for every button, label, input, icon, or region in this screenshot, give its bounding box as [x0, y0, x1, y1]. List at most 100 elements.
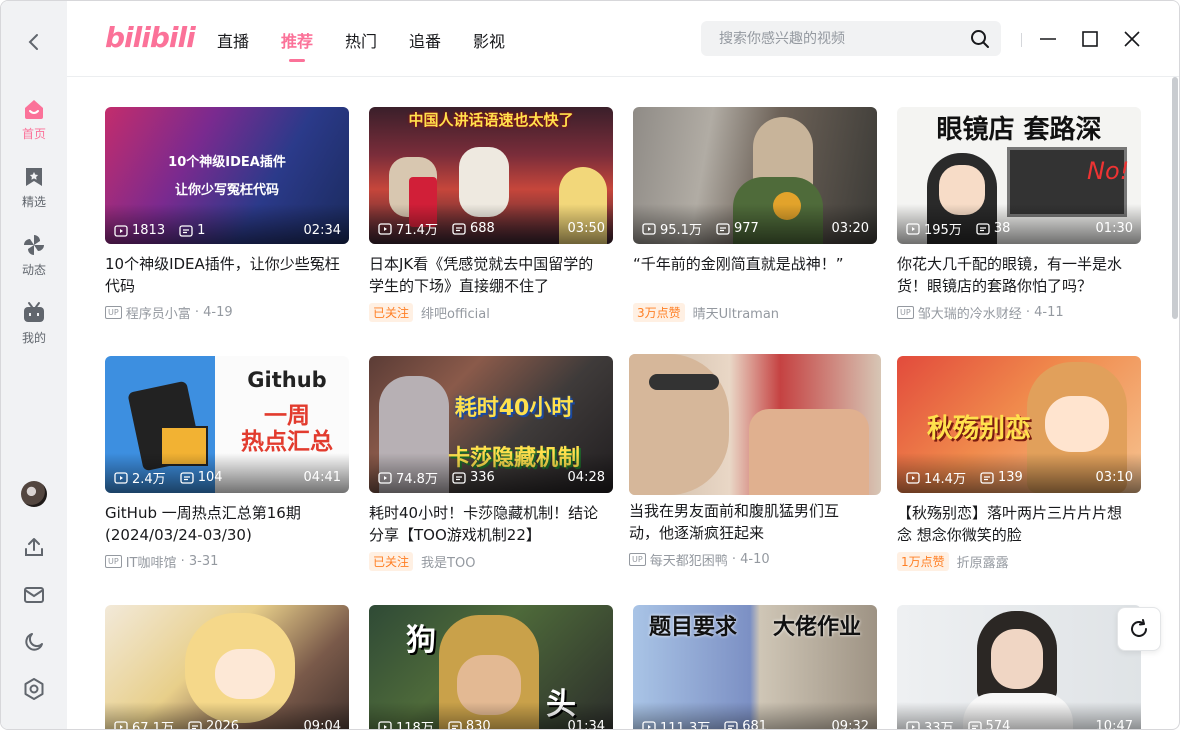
video-author[interactable]: IT咖啡馆 — [126, 552, 177, 571]
back-button[interactable] — [21, 29, 47, 55]
scrollbar[interactable] — [1172, 77, 1178, 319]
thumbnail-text: 秋殇别恋 — [926, 414, 1031, 444]
video-title[interactable]: 日本JK看《凭感觉就去中国留学的学生的下场》直接绷不住了 — [369, 253, 613, 297]
view-count: 14.4万 — [924, 472, 966, 487]
danmaku-icon — [188, 720, 202, 729]
search-icon[interactable] — [969, 28, 991, 50]
video-thumbnail: 耗时40小时 卡莎隐藏机制 74.8万 336 04:28 — [369, 356, 613, 493]
settings-button[interactable] — [1, 673, 67, 705]
sidebar-item-home[interactable]: 首页 — [1, 97, 67, 153]
avatar — [21, 481, 47, 507]
video-date: 4-19 — [203, 305, 233, 320]
video-card[interactable]: 当我在男友面前和腹肌猛男们互动，他逐渐疯狂起来 UP 每天都犯困鸭 · 4-10 — [629, 354, 881, 569]
video-author[interactable]: 邹大瑞的冷水财经 — [918, 303, 1022, 322]
minimize-button[interactable] — [1036, 27, 1060, 51]
video-duration: 02:34 — [303, 223, 341, 238]
video-title[interactable]: GitHub 一周热点汇总第16期(2024/03/24-03/30) — [105, 502, 349, 546]
video-author[interactable]: 每天都犯困鸭 — [650, 550, 728, 569]
danmaku-count: 139 — [997, 470, 1023, 485]
sidebar-item-label: 精选 — [21, 195, 46, 209]
video-stats: 67.1万 2026 09:04 — [114, 717, 341, 729]
follow-badge: 已关注 — [369, 552, 414, 571]
video-card[interactable]: 耗时40小时 卡莎隐藏机制 74.8万 336 04:28 耗时40小时！卡莎隐… — [369, 356, 613, 571]
view-count: 74.8万 — [396, 472, 438, 487]
search-input[interactable] — [701, 21, 961, 56]
view-count: 95.1万 — [660, 223, 702, 238]
chevron-left-icon — [28, 34, 38, 50]
maximize-button[interactable] — [1078, 27, 1102, 51]
video-thumbnail — [629, 354, 881, 495]
tab-movies[interactable]: 影视 — [473, 28, 505, 52]
danmaku-icon — [452, 471, 466, 484]
danmaku-icon — [452, 222, 466, 235]
refresh-button[interactable] — [1117, 607, 1161, 651]
play-count-icon — [114, 224, 128, 237]
video-card[interactable]: 67.1万 2026 09:04 — [105, 605, 349, 729]
video-author[interactable]: 晴天Ultraman — [693, 303, 779, 322]
upload-button[interactable] — [1, 531, 67, 563]
sidebar-item-dynamic[interactable]: 动态 — [1, 233, 67, 289]
danmaku-count: 574 — [985, 719, 1011, 730]
danmaku-count: 336 — [469, 470, 495, 485]
sidebar-item-label: 首页 — [21, 127, 46, 141]
tab-popular[interactable]: 热门 — [345, 28, 377, 52]
danmaku-icon — [716, 222, 730, 235]
video-card[interactable]: 中国人讲话语速也太快了 71.4万 688 03:50 日本JK看《凭感觉就去中… — [369, 107, 613, 322]
tab-anime[interactable]: 追番 — [409, 28, 441, 52]
video-duration: 04:41 — [303, 470, 341, 485]
tab-recommend[interactable]: 推荐 — [281, 28, 313, 52]
danmaku-count: 830 — [465, 719, 491, 730]
video-card[interactable]: 33万 574 10:47 — [897, 605, 1141, 730]
close-button[interactable] — [1120, 27, 1144, 51]
video-title[interactable]: “千年前的金刚简直就是战神！” — [633, 253, 877, 297]
video-card[interactable]: 狗 头 118万 830 01:34 — [369, 605, 613, 730]
danmaku-icon — [724, 720, 738, 729]
sidebar-item-mine[interactable]: 我的 — [1, 301, 67, 357]
danmaku-count: 688 — [469, 221, 495, 236]
video-card[interactable]: 秋殇别恋 14.4万 139 03:10 【秋殇别恋】落叶两片三片片片想念 想念… — [897, 356, 1141, 571]
video-card[interactable]: 眼镜店 套路深 No! 195万 38 01:30 你花大几千配的眼镜，有一半是… — [897, 107, 1141, 322]
video-author[interactable]: 程序员小富 — [126, 303, 191, 322]
video-duration: 04:28 — [567, 470, 605, 485]
video-card[interactable]: Github 一周 热点汇总 2.4万 104 04:41 GitHub 一周热… — [105, 356, 349, 571]
video-card[interactable]: 10个神级IDEA插件 让你少写冤枉代码 1813 1 02:34 10个神级I… — [105, 107, 349, 322]
video-thumbnail: 中国人讲话语速也太快了 71.4万 688 03:50 — [369, 107, 613, 244]
sidebar-item-featured[interactable]: 精选 — [1, 165, 67, 221]
video-author[interactable]: 绯吧official — [421, 303, 490, 322]
play-count-icon — [114, 720, 128, 729]
video-card[interactable]: 题目要求 大佬作业 111.3万 681 09:32 — [633, 605, 877, 729]
video-title[interactable]: 当我在男友面前和腹肌猛男们互动，他逐渐疯狂起来 — [629, 500, 873, 544]
video-meta: UP 邹大瑞的冷水财经 · 4-11 — [897, 303, 1141, 322]
danmaku-count: 104 — [197, 470, 223, 485]
play-count-icon — [642, 720, 656, 729]
refresh-icon — [1131, 619, 1147, 637]
video-title[interactable]: 10个神级IDEA插件，让你少些冤枉代码 — [105, 253, 349, 297]
video-date: 4-10 — [740, 552, 770, 567]
danmaku-icon — [179, 224, 193, 237]
danmaku-icon — [980, 471, 994, 484]
up-icon: UP — [897, 306, 914, 319]
video-author[interactable]: 折原露露 — [957, 552, 1009, 571]
video-author[interactable]: 我是TOO — [421, 552, 475, 571]
video-stats: 2.4万 104 04:41 — [114, 468, 341, 487]
video-stats: 195万 38 01:30 — [906, 219, 1133, 238]
video-meta: UP 程序员小富 · 4-19 — [105, 303, 349, 322]
thumbnail-text: 狗 — [406, 623, 436, 658]
likes-badge: 1万点赞 — [897, 552, 949, 571]
video-card[interactable]: 95.1万 977 03:20 “千年前的金刚简直就是战神！” 3万点赞 晴天Ul… — [633, 107, 877, 322]
play-count-icon — [114, 471, 128, 484]
theme-button[interactable] — [1, 626, 67, 658]
messages-button[interactable] — [1, 579, 67, 611]
up-icon: UP — [629, 553, 646, 566]
sidebar-item-label: 动态 — [21, 263, 46, 277]
video-stats: 118万 830 01:34 — [378, 717, 605, 730]
video-title[interactable]: 耗时40小时！卡莎隐藏机制！结论分享【TOO游戏机制22】 — [369, 502, 613, 546]
avatar-button[interactable] — [1, 478, 67, 510]
video-duration: 01:30 — [1095, 221, 1133, 236]
video-title[interactable]: 你花大几千配的眼镜，有一半是水货！眼镜店的套路你怕了吗？ — [897, 253, 1141, 297]
bilibili-logo[interactable]: bilibili — [105, 21, 196, 54]
video-title[interactable]: 【秋殇别恋】落叶两片三片片片想念 想念你微笑的脸 — [897, 502, 1141, 546]
thumbnail-text: 热点汇总 — [241, 429, 333, 455]
tab-live[interactable]: 直播 — [217, 28, 249, 52]
thumbnail-text: 让你少写冤枉代码 — [174, 183, 279, 198]
